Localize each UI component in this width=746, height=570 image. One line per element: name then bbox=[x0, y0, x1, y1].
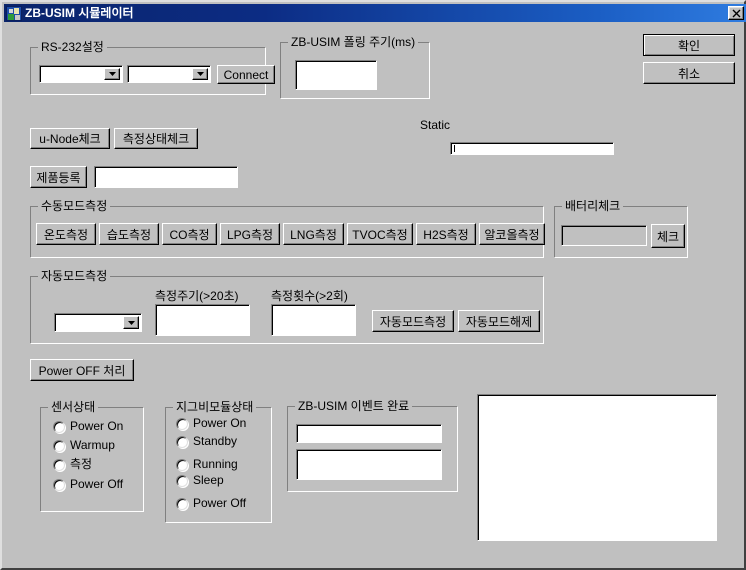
product-register-button[interactable]: 제품등록 bbox=[30, 166, 87, 188]
radio-icon bbox=[176, 474, 188, 487]
radio-icon bbox=[176, 458, 188, 471]
battery-value-input[interactable] bbox=[561, 225, 647, 246]
measure-temperature-button[interactable]: 온도측정 bbox=[36, 223, 96, 245]
measure-lpg-button[interactable]: LPG측정 bbox=[220, 223, 280, 245]
radio-icon bbox=[176, 417, 188, 430]
connect-button[interactable]: Connect bbox=[217, 65, 275, 84]
event-complete-group: ZB-USIM 이벤트 완료 bbox=[287, 400, 458, 492]
zigbee-state-radio-sleep[interactable]: Sleep bbox=[176, 474, 224, 487]
radio-icon bbox=[176, 435, 188, 448]
window-title: ZB-USIM 시뮬레이터 bbox=[25, 6, 134, 20]
measure-period-input[interactable] bbox=[155, 304, 250, 336]
zigbee-state-option-label: Running bbox=[193, 457, 238, 471]
chevron-down-icon[interactable] bbox=[123, 316, 139, 329]
sensor-state-radio-warmup[interactable]: Warmup bbox=[53, 439, 115, 452]
chevron-down-icon[interactable] bbox=[192, 68, 208, 80]
measure-state-check-button[interactable]: 측정상태체크 bbox=[114, 128, 198, 149]
battery-group: 배터리체크 체크 bbox=[554, 200, 688, 258]
zigbee-state-radio-standby[interactable]: Standby bbox=[176, 435, 237, 448]
rs232-port-combo[interactable] bbox=[39, 65, 123, 83]
static-input[interactable] bbox=[450, 142, 614, 155]
radio-icon bbox=[176, 497, 188, 510]
auto-mode-combo[interactable] bbox=[54, 313, 142, 332]
cancel-button[interactable]: 취소 bbox=[643, 62, 735, 84]
battery-check-button[interactable]: 체크 bbox=[651, 224, 685, 248]
sensor-state-option-label: Power Off bbox=[70, 477, 124, 491]
sensor-state-radio-measuring[interactable]: 측정 bbox=[53, 458, 92, 471]
radio-icon bbox=[53, 478, 65, 491]
zigbee-state-option-label: Power Off bbox=[193, 496, 247, 510]
close-icon bbox=[732, 9, 741, 18]
zigbee-state-radio-power-off[interactable]: Power Off bbox=[176, 497, 246, 510]
rs232-baud-combo[interactable] bbox=[127, 65, 211, 83]
manual-mode-group: 수동모드측정 온도측정 습도측정 CO측정 LPG측정 LNG측정 TVOC측정… bbox=[30, 200, 545, 258]
sensor-state-option-label: Power On bbox=[70, 419, 124, 433]
auto-mode-start-button[interactable]: 자동모드측정 bbox=[372, 310, 454, 332]
sensor-state-group: 센서상태 Power On Warmup 측정 Power Off bbox=[40, 401, 144, 512]
polling-input[interactable] bbox=[295, 60, 377, 90]
rs232-group-caption: RS-232설정 bbox=[38, 41, 107, 53]
manual-mode-caption: 수동모드측정 bbox=[38, 200, 111, 212]
sensor-state-radio-power-off[interactable]: Power Off bbox=[53, 478, 123, 491]
zigbee-state-option-label: Standby bbox=[193, 434, 238, 448]
battery-group-caption: 배터리체크 bbox=[562, 200, 624, 212]
sensor-state-caption: 센서상태 bbox=[48, 401, 99, 413]
radio-icon bbox=[53, 439, 65, 452]
power-off-button[interactable]: Power OFF 처리 bbox=[30, 359, 134, 381]
event-complete-caption: ZB-USIM 이벤트 완료 bbox=[295, 400, 413, 412]
auto-mode-group: 자동모드측정 측정주기(>20초) 측정횟수(>2회) 자동모드측정 자동모드해… bbox=[30, 270, 544, 344]
log-listbox[interactable] bbox=[477, 394, 717, 541]
auto-mode-caption: 자동모드측정 bbox=[38, 270, 111, 282]
auto-mode-stop-button[interactable]: 자동모드해제 bbox=[458, 310, 540, 332]
app-icon bbox=[6, 5, 22, 21]
zigbee-state-option-label: Power On bbox=[193, 416, 247, 430]
measure-h2s-button[interactable]: H2S측정 bbox=[416, 223, 476, 245]
unode-check-button[interactable]: u-Node체크 bbox=[30, 128, 110, 149]
close-button[interactable] bbox=[728, 6, 744, 20]
measure-alcohol-button[interactable]: 알코올측정 bbox=[479, 223, 545, 245]
measure-lng-button[interactable]: LNG측정 bbox=[283, 223, 344, 245]
sensor-state-option-label: 측정 bbox=[70, 457, 93, 471]
radio-icon bbox=[53, 420, 65, 433]
zigbee-state-option-label: Sleep bbox=[193, 473, 224, 487]
ok-button[interactable]: 확인 bbox=[643, 34, 735, 56]
event-field-2[interactable] bbox=[296, 449, 442, 480]
zigbee-state-radio-power-on[interactable]: Power On bbox=[176, 417, 246, 430]
zigbee-state-radio-running[interactable]: Running bbox=[176, 458, 238, 471]
radio-icon bbox=[53, 458, 65, 471]
product-input[interactable] bbox=[94, 166, 238, 188]
zigbee-state-caption: 지그비모듈상태 bbox=[173, 401, 257, 413]
title-bar: ZB-USIM 시뮬레이터 bbox=[4, 4, 746, 22]
measure-co-button[interactable]: CO측정 bbox=[162, 223, 217, 245]
measure-period-label: 측정주기(>20초) bbox=[155, 289, 239, 303]
measure-count-input[interactable] bbox=[271, 304, 356, 336]
rs232-group: RS-232설정 Connect bbox=[30, 41, 275, 95]
dialog-window: ZB-USIM 시뮬레이터 RS-232설정 Connect ZB-USIM 폴… bbox=[0, 0, 746, 570]
static-label: Static bbox=[420, 118, 451, 132]
polling-group-caption: ZB-USIM 폴링 주기(ms) bbox=[288, 36, 419, 48]
event-field-1[interactable] bbox=[296, 424, 442, 443]
sensor-state-radio-power-on[interactable]: Power On bbox=[53, 420, 123, 433]
sensor-state-option-label: Warmup bbox=[70, 438, 115, 452]
polling-group: ZB-USIM 폴링 주기(ms) bbox=[280, 36, 430, 99]
measure-tvoc-button[interactable]: TVOC측정 bbox=[347, 223, 413, 245]
chevron-down-icon[interactable] bbox=[104, 68, 120, 80]
measure-count-label: 측정횟수(>2회) bbox=[271, 289, 348, 303]
zigbee-state-group: 지그비모듈상태 Power On Standby Running Sleep P… bbox=[165, 401, 272, 523]
measure-humidity-button[interactable]: 습도측정 bbox=[99, 223, 159, 245]
